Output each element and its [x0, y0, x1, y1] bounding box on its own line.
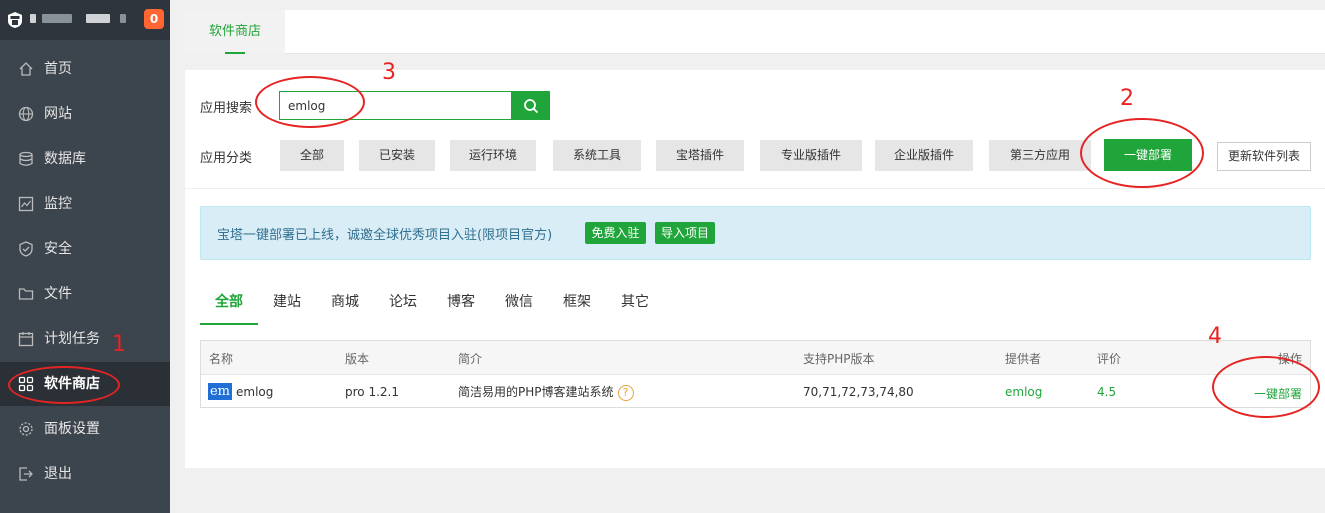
app-store-panel: 应用搜索 应用分类 全部 已安装 运行环境 系统工具 宝塔插件 专业版插件 企业…: [185, 70, 1325, 468]
col-provider: 提供者: [1005, 352, 1042, 366]
sidebar-item-label: 首页: [44, 61, 72, 77]
sidebar-item-logout[interactable]: 退出: [0, 452, 170, 496]
category-label: 应用分类: [200, 151, 253, 166]
type-tab-all[interactable]: 全部: [215, 291, 243, 311]
category-all-button[interactable]: 全部: [280, 140, 344, 171]
col-rating: 评价: [1097, 352, 1122, 366]
database-icon: [19, 151, 33, 166]
sidebar-item-label: 面板设置: [44, 421, 100, 437]
category-runtime-button[interactable]: 运行环境: [450, 140, 536, 171]
tab-app-store[interactable]: 软件商店: [185, 10, 285, 54]
annotation-number-4: 4: [1208, 324, 1222, 349]
type-tab-blog[interactable]: 博客: [447, 291, 475, 311]
sidebar-header: 0: [0, 0, 170, 40]
app-name: emlog: [236, 385, 274, 399]
category-enterprise-plugins-button[interactable]: 企业版插件: [875, 140, 973, 171]
server-ip-obscured: [120, 14, 126, 23]
col-php: 支持PHP版本: [803, 352, 875, 366]
grid-icon: [18, 376, 34, 392]
sidebar-item-label: 监控: [44, 196, 72, 212]
sidebar-item-website[interactable]: 网站: [0, 92, 170, 136]
type-tab-mall[interactable]: 商城: [331, 291, 359, 311]
monitor-icon: [18, 196, 34, 212]
import-project-button[interactable]: 导入项目: [655, 222, 715, 244]
update-badge[interactable]: 0: [144, 9, 164, 29]
type-tab-framework[interactable]: 框架: [563, 291, 591, 311]
globe-icon: [18, 106, 34, 122]
sidebar-item-database[interactable]: 数据库: [0, 137, 170, 181]
tab-active-indicator: [225, 52, 245, 54]
server-ip-obscured: [42, 14, 72, 23]
notice-text: 宝塔一键部署已上线，诚邀全球优秀项目入驻(限项目官方): [217, 228, 553, 243]
logout-icon: [19, 467, 33, 481]
sidebar-item-app-store[interactable]: 软件商店: [0, 362, 170, 406]
search-button[interactable]: [511, 91, 550, 120]
sidebar: 0 首页 网站 数据库 监控 安全 文件 计划任务 软件商店 面板设置 退出: [0, 0, 170, 513]
home-icon: [19, 62, 33, 76]
annotation-number-1: 1: [112, 332, 126, 357]
sidebar-item-label: 文件: [44, 286, 72, 302]
col-version: 版本: [345, 352, 370, 366]
page-tabbar: 软件商店: [185, 10, 1325, 54]
annotation-number-3: 3: [382, 60, 396, 85]
app-table: 名称 版本 简介 支持PHP版本 提供者 评价 操作 em emlog pro …: [200, 340, 1311, 408]
emlog-logo: em: [208, 383, 232, 400]
app-rating: 4.5: [1097, 385, 1117, 399]
category-pro-plugins-button[interactable]: 专业版插件: [760, 140, 862, 171]
type-tab-wechat[interactable]: 微信: [505, 291, 533, 311]
sidebar-item-label: 计划任务: [44, 331, 100, 347]
type-tab-forum[interactable]: 论坛: [389, 291, 417, 311]
type-tab-site[interactable]: 建站: [273, 291, 301, 311]
app-desc: 简洁易用的PHP博客建站系统: [458, 385, 614, 399]
category-system-tools-button[interactable]: 系统工具: [553, 140, 641, 171]
category-bt-plugins-button[interactable]: 宝塔插件: [656, 140, 744, 171]
panel-logo-icon: [8, 12, 22, 28]
free-join-button[interactable]: 免费入驻: [585, 222, 646, 244]
shield-icon: [19, 241, 33, 257]
sidebar-item-security[interactable]: 安全: [0, 227, 170, 271]
sidebar-item-label: 软件商店: [44, 376, 100, 392]
app-version: pro 1.2.1: [345, 385, 399, 399]
app-desc-cell: 简洁易用的PHP博客建站系统?: [458, 383, 634, 401]
col-action: 操作: [1278, 352, 1303, 366]
refresh-software-list-button[interactable]: 更新软件列表: [1217, 142, 1311, 171]
type-tab-other[interactable]: 其它: [621, 291, 649, 311]
sidebar-item-home[interactable]: 首页: [0, 47, 170, 91]
divider: [185, 188, 1325, 189]
sidebar-item-label: 退出: [44, 466, 72, 482]
sidebar-item-files[interactable]: 文件: [0, 272, 170, 316]
sidebar-item-label: 数据库: [44, 151, 86, 167]
annotation-number-2: 2: [1120, 86, 1134, 111]
category-third-party-button[interactable]: 第三方应用: [989, 140, 1091, 171]
search-label: 应用搜索: [200, 101, 253, 116]
sidebar-item-cron[interactable]: 计划任务: [0, 317, 170, 361]
sidebar-item-settings[interactable]: 面板设置: [0, 407, 170, 451]
server-ip-obscured: [30, 14, 36, 23]
sidebar-item-label: 网站: [44, 106, 72, 122]
server-ip-obscured: [86, 14, 110, 23]
search-icon: [523, 98, 538, 113]
search-input[interactable]: [279, 91, 512, 120]
type-tab-active-indicator: [200, 323, 258, 325]
app-one-click-deploy-link[interactable]: 一键部署: [1254, 385, 1302, 402]
help-icon[interactable]: ?: [617, 384, 634, 401]
col-name: 名称: [209, 352, 234, 366]
sidebar-item-label: 安全: [44, 241, 72, 257]
table-header: 名称 版本 简介 支持PHP版本 提供者 评价 操作: [201, 341, 1310, 375]
col-desc: 简介: [458, 352, 483, 366]
sidebar-item-monitor[interactable]: 监控: [0, 182, 170, 226]
app-provider-link[interactable]: emlog: [1005, 385, 1042, 399]
gear-icon: [19, 422, 33, 436]
one-click-deploy-category-button[interactable]: 一键部署: [1104, 139, 1192, 171]
deploy-notice-banner: 宝塔一键部署已上线，诚邀全球优秀项目入驻(限项目官方) 免费入驻 导入项目: [200, 206, 1311, 260]
calendar-icon: [18, 332, 34, 347]
category-installed-button[interactable]: 已安装: [359, 140, 435, 171]
app-php-versions: 70,71,72,73,74,80: [803, 385, 914, 399]
folder-icon: [18, 288, 34, 300]
